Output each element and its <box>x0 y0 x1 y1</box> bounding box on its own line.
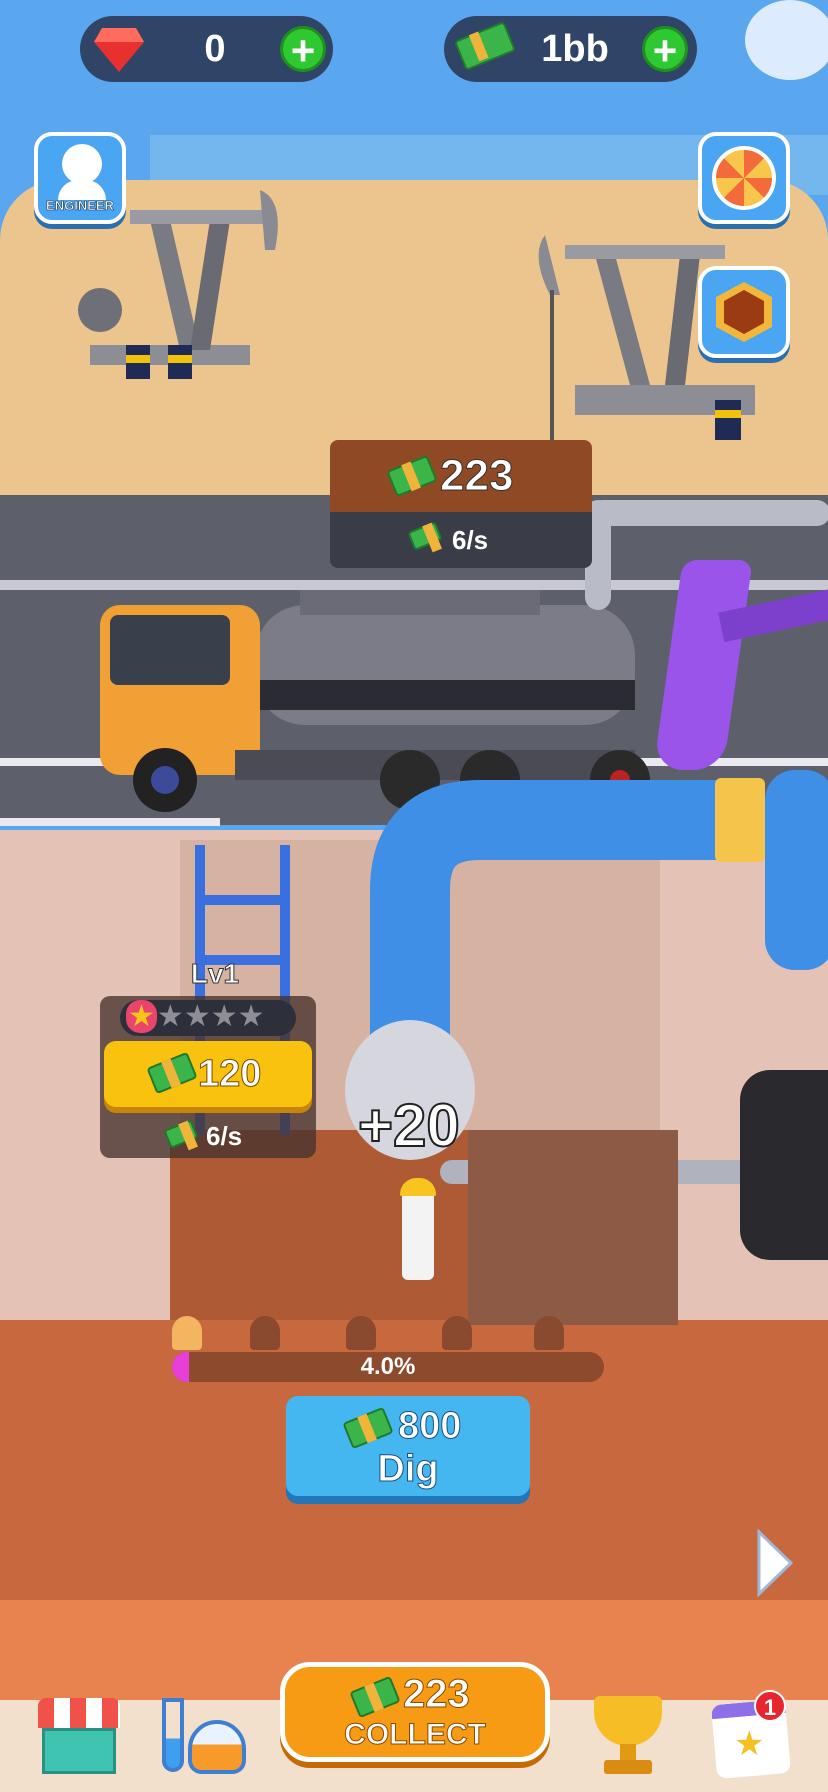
star-rating: ★★★★★ <box>120 1000 296 1036</box>
test-tube-icon <box>162 1698 184 1772</box>
dig-label: Dig <box>377 1448 439 1491</box>
trophy-base <box>604 1760 652 1774</box>
worker-slots <box>172 1316 582 1352</box>
gem-count: 0 <box>204 28 226 70</box>
cloud <box>745 0 828 80</box>
dig-button[interactable]: 800 Dig <box>286 1396 530 1496</box>
next-arrow-icon[interactable] <box>755 1528 795 1598</box>
collect-label: COLLECT <box>344 1718 487 1752</box>
cash-icon <box>453 21 517 71</box>
notification-badge: 1 <box>754 1690 786 1722</box>
star-icon-empty: ★ <box>210 1000 238 1033</box>
engineer-button[interactable]: ENGINEER <box>34 132 126 224</box>
dig-cost: 800 <box>398 1405 462 1448</box>
star-icon-empty: ★ <box>237 1000 265 1033</box>
engineer-body-icon <box>58 180 106 200</box>
floating-reward-text: +20 <box>357 1091 461 1160</box>
dig-progress-bar: 4.0% <box>172 1352 604 1382</box>
upgrade-button[interactable]: 120 <box>104 1041 312 1107</box>
trophy-button[interactable] <box>588 1690 668 1782</box>
worker-locked-icon <box>250 1316 280 1350</box>
engineer-label: ENGINEER <box>46 198 114 214</box>
cash-icon <box>407 521 443 551</box>
trophy-stem <box>620 1744 636 1760</box>
star-icon-filled: ★ <box>126 1000 157 1033</box>
star-icon-empty: ★ <box>156 1000 184 1033</box>
upgrade-cost: 120 <box>198 1053 262 1096</box>
well-upgrade-panel[interactable]: ★★★★★ 120 6/s <box>100 996 316 1158</box>
truck-income-panel[interactable]: 223 6/s <box>330 440 592 568</box>
engineer-avatar-icon <box>62 144 102 184</box>
shop-awning-icon <box>38 1698 120 1728</box>
cash-icon <box>386 454 438 498</box>
worker-active-icon <box>172 1316 202 1350</box>
research-button[interactable] <box>150 1690 250 1782</box>
calendar-button[interactable]: ★ 1 <box>708 1690 798 1782</box>
add-gems-button[interactable]: + <box>280 26 326 73</box>
star-icon-empty: ★ <box>183 1000 211 1033</box>
cash-icon <box>349 1675 401 1719</box>
spin-wheel-button[interactable] <box>698 132 790 224</box>
hexagon-button[interactable] <box>698 266 790 358</box>
dig-progress-text: 4.0% <box>360 1353 416 1380</box>
worker-locked-icon <box>534 1316 564 1350</box>
worker-locked-icon <box>442 1316 472 1350</box>
well-rate: 6/s <box>206 1121 243 1151</box>
gem-icon <box>94 28 144 72</box>
black-ore <box>740 1070 828 1260</box>
trophy-icon <box>594 1696 662 1746</box>
truck-income-rate: 6/s <box>452 525 489 555</box>
calendar-star-icon: ★ <box>734 1725 765 1763</box>
cash-amount: 1bb <box>541 28 609 70</box>
cash-icon <box>146 1051 198 1095</box>
well-level: Lv1 <box>190 958 240 990</box>
shop-icon <box>42 1728 116 1774</box>
collect-button[interactable]: 223 COLLECT <box>280 1662 550 1762</box>
add-cash-button[interactable]: + <box>642 26 688 73</box>
hexagon-icon <box>716 282 772 342</box>
spin-wheel-icon <box>712 146 776 210</box>
truck-income-amount: 223 <box>440 451 514 501</box>
cash-icon <box>342 1406 394 1450</box>
shop-button[interactable] <box>34 1690 124 1782</box>
cash-icon <box>163 1119 199 1149</box>
pipe-grey-top <box>590 500 828 526</box>
flask-icon <box>188 1720 246 1774</box>
worker-locked-icon <box>346 1316 376 1350</box>
collect-amount: 223 <box>403 1672 471 1717</box>
